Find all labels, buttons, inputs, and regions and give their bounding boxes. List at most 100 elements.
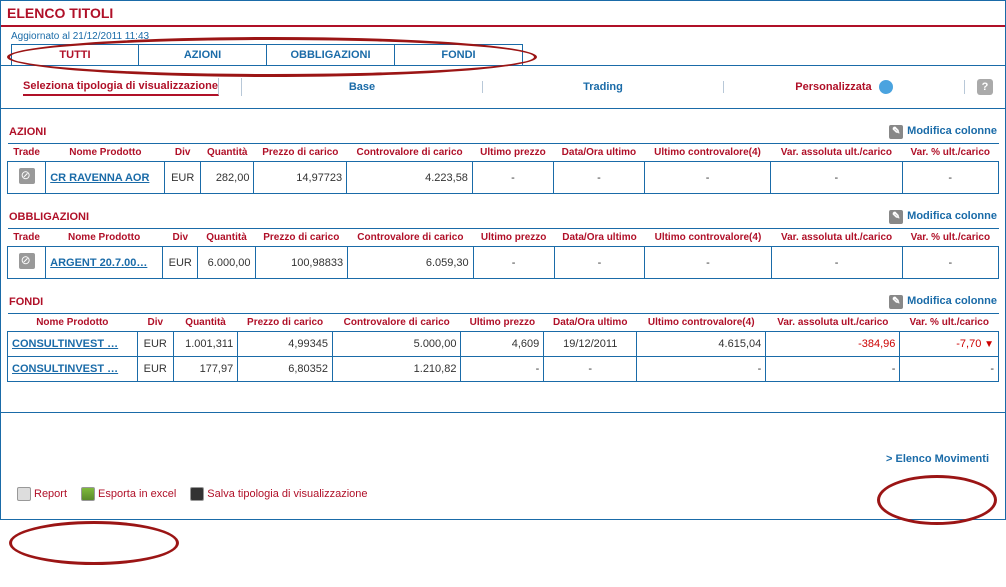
- down-arrow-icon: ▼: [981, 339, 994, 350]
- cell: EUR: [165, 162, 201, 194]
- annotation-ellipse: [9, 521, 179, 565]
- report-icon: [17, 487, 31, 501]
- product-name-link[interactable]: CR RAVENNA AOR: [46, 162, 165, 194]
- updated-timestamp: Aggiornato al 21/12/2011 11:43: [1, 27, 1005, 44]
- report-label: Report: [34, 488, 67, 500]
- cell: -7,70 ▼: [900, 332, 999, 357]
- table-azioni: TradeNome ProdottoDivQuantitàPrezzo di c…: [7, 143, 999, 194]
- column-header[interactable]: Trade: [8, 229, 46, 247]
- cell: -: [637, 357, 766, 382]
- cell: 4,609: [461, 332, 544, 357]
- table-fondi: Nome ProdottoDivQuantitàPrezzo di carico…: [7, 313, 999, 382]
- product-name-link[interactable]: CONSULTINVEST …: [8, 332, 138, 357]
- cell: -: [472, 162, 553, 194]
- section-title-fondi: FONDI: [9, 296, 43, 308]
- elenco-movimenti-link[interactable]: > Elenco Movimenti: [886, 453, 989, 465]
- column-header[interactable]: Var. assoluta ult./carico: [771, 229, 902, 247]
- cell: -: [771, 162, 902, 194]
- tab-tutti[interactable]: TUTTI: [11, 44, 139, 65]
- save-view-action[interactable]: Salva tipologia di visualizzazione: [190, 487, 367, 501]
- cell: 6.059,30: [348, 247, 474, 279]
- column-header[interactable]: Ultimo controvalore(4): [644, 144, 770, 162]
- trade-cell[interactable]: [8, 162, 46, 194]
- cell: 4,99345: [238, 332, 333, 357]
- cell: 19/12/2011: [544, 332, 637, 357]
- column-header[interactable]: Var. % ult./carico: [900, 314, 999, 332]
- modify-columns-obbligazioni[interactable]: Modifica colonne: [889, 210, 997, 224]
- save-icon: [190, 487, 204, 501]
- column-header[interactable]: Data/Ora ultimo: [544, 314, 637, 332]
- column-header[interactable]: Controvalore di carico: [348, 229, 474, 247]
- column-header[interactable]: Controvalore di carico: [347, 144, 473, 162]
- category-tabs: TUTTI AZIONI OBBLIGAZIONI FONDI: [11, 44, 995, 65]
- export-excel-action[interactable]: Esporta in excel: [81, 487, 176, 501]
- table-row: CR RAVENNA AOREUR282,0014,977234.223,58-…: [8, 162, 999, 194]
- cell: 6.000,00: [198, 247, 255, 279]
- cell: 6,80352: [238, 357, 333, 382]
- column-header[interactable]: Data/Ora ultimo: [553, 144, 644, 162]
- column-header[interactable]: Var. % ult./carico: [902, 229, 998, 247]
- tab-azioni[interactable]: AZIONI: [139, 44, 267, 65]
- tab-obbligazioni[interactable]: OBBLIGAZIONI: [267, 44, 395, 65]
- action-bar: Report Esporta in excel Salva tipologia …: [1, 477, 1005, 519]
- viewmode-custom[interactable]: Personalizzata: [795, 79, 871, 95]
- cell: -: [461, 357, 544, 382]
- cell: 177,97: [173, 357, 237, 382]
- column-header[interactable]: Prezzo di carico: [255, 229, 348, 247]
- viewmode-trading[interactable]: Trading: [583, 79, 623, 95]
- column-header[interactable]: Prezzo di carico: [254, 144, 347, 162]
- cell: 4.223,58: [347, 162, 473, 194]
- modify-columns-fondi[interactable]: Modifica colonne: [889, 295, 997, 309]
- cell: -: [902, 162, 998, 194]
- section-title-azioni: AZIONI: [9, 126, 46, 138]
- trade-cell[interactable]: [8, 247, 46, 279]
- viewmode-select[interactable]: Seleziona tipologia di visualizzazione: [23, 78, 219, 96]
- cell: 100,98833: [255, 247, 348, 279]
- column-header[interactable]: Var. % ult./carico: [902, 144, 998, 162]
- cell: -: [554, 247, 645, 279]
- modify-columns-azioni[interactable]: Modifica colonne: [889, 125, 997, 139]
- report-action[interactable]: Report: [17, 487, 67, 501]
- column-header[interactable]: Ultimo prezzo: [461, 314, 544, 332]
- column-header[interactable]: Ultimo controvalore(4): [645, 229, 771, 247]
- product-name-link[interactable]: CONSULTINVEST …: [8, 357, 138, 382]
- column-header[interactable]: Ultimo prezzo: [472, 144, 553, 162]
- viewmode-base[interactable]: Base: [349, 79, 375, 95]
- column-header[interactable]: Prezzo di carico: [238, 314, 333, 332]
- save-label: Salva tipologia di visualizzazione: [207, 488, 367, 500]
- column-header[interactable]: Div: [165, 144, 201, 162]
- column-header[interactable]: Nome Prodotto: [46, 144, 165, 162]
- column-header[interactable]: Trade: [8, 144, 46, 162]
- column-header[interactable]: Div: [163, 229, 198, 247]
- trade-icon[interactable]: [19, 253, 35, 269]
- cell: -384,96: [766, 332, 900, 357]
- cell: 5.000,00: [332, 332, 461, 357]
- cell: -: [544, 357, 637, 382]
- column-header[interactable]: Var. assoluta ult./carico: [766, 314, 900, 332]
- column-header[interactable]: Quantità: [198, 229, 255, 247]
- tab-fondi[interactable]: FONDI: [395, 44, 523, 65]
- cell: EUR: [163, 247, 198, 279]
- column-header[interactable]: Var. assoluta ult./carico: [771, 144, 902, 162]
- column-header[interactable]: Nome Prodotto: [46, 229, 163, 247]
- cell: -: [771, 247, 902, 279]
- cell: -: [553, 162, 644, 194]
- cell: EUR: [137, 332, 173, 357]
- column-header[interactable]: Div: [137, 314, 173, 332]
- column-header[interactable]: Quantità: [173, 314, 237, 332]
- globe-icon[interactable]: [879, 80, 893, 94]
- cell: 4.615,04: [637, 332, 766, 357]
- table-row: ARGENT 20.7.00…EUR6.000,00100,988336.059…: [8, 247, 999, 279]
- column-header[interactable]: Ultimo prezzo: [473, 229, 554, 247]
- trade-icon[interactable]: [19, 168, 35, 184]
- product-name-link[interactable]: ARGENT 20.7.00…: [46, 247, 163, 279]
- column-header[interactable]: Quantità: [200, 144, 254, 162]
- column-header[interactable]: Ultimo controvalore(4): [637, 314, 766, 332]
- column-header[interactable]: Nome Prodotto: [8, 314, 138, 332]
- cell: 1.210,82: [332, 357, 461, 382]
- help-icon[interactable]: ?: [977, 79, 993, 95]
- cell: EUR: [137, 357, 173, 382]
- cell: 1.001,311: [173, 332, 237, 357]
- column-header[interactable]: Data/Ora ultimo: [554, 229, 645, 247]
- column-header[interactable]: Controvalore di carico: [332, 314, 461, 332]
